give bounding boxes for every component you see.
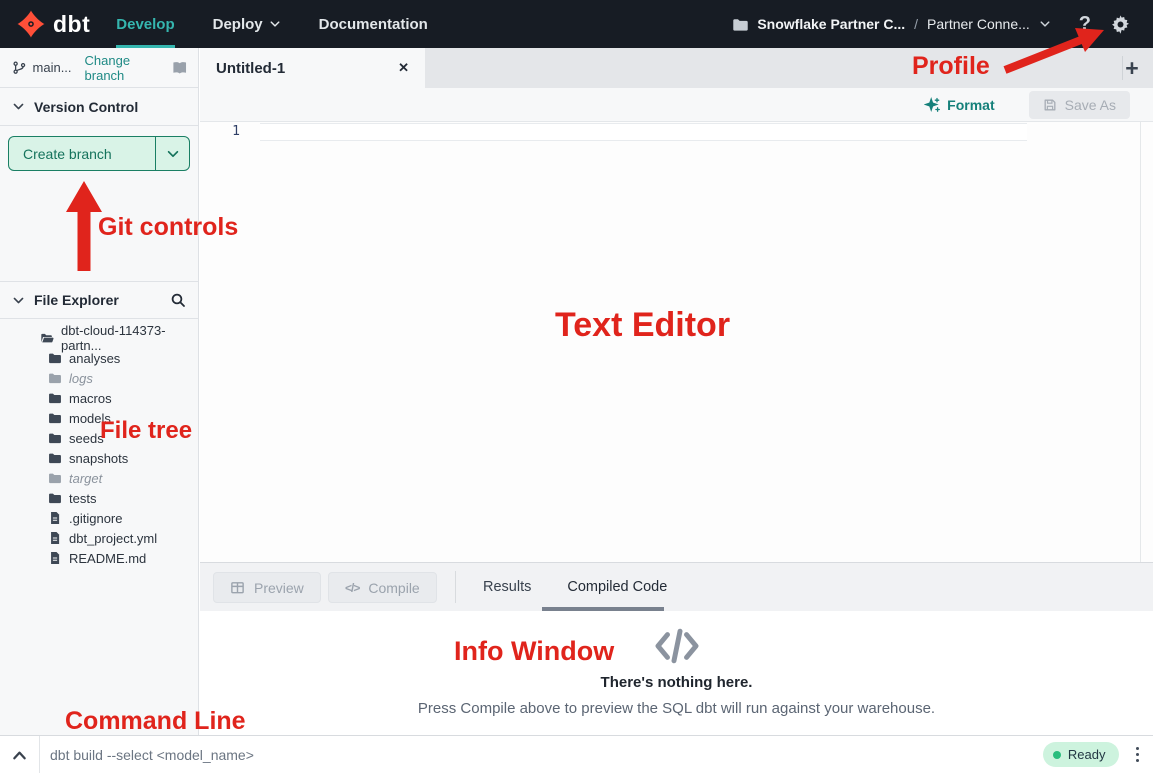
folder-icon: [48, 431, 62, 445]
tree-item[interactable]: logs: [0, 368, 198, 388]
compile-button[interactable]: </> Compile: [328, 572, 437, 603]
editor-toolbar: Format Save As: [200, 88, 1153, 122]
sparkle-icon: [924, 97, 940, 113]
folder-icon: [732, 16, 749, 33]
tab-compiled-code[interactable]: Compiled Code: [567, 579, 667, 595]
code-icon: </>: [345, 581, 359, 595]
empty-state-subtitle: Press Compile above to preview the SQL d…: [200, 700, 1153, 717]
nav-documentation[interactable]: Documentation: [319, 0, 428, 48]
dbt-logo[interactable]: dbt: [16, 9, 90, 39]
empty-state: There's nothing here. Press Compile abov…: [200, 611, 1153, 717]
editor-active-line[interactable]: [260, 123, 1027, 141]
change-branch-link[interactable]: Change branch: [85, 53, 171, 83]
file-icon: [48, 511, 62, 525]
close-icon[interactable]: ✕: [398, 60, 409, 76]
chevron-down-icon: [12, 100, 25, 113]
folder-icon: [48, 451, 62, 465]
line-number: 1: [226, 123, 240, 141]
tree-item[interactable]: dbt_project.yml: [0, 528, 198, 548]
tree-item[interactable]: snapshots: [0, 448, 198, 468]
new-tab-button[interactable]: +: [1119, 48, 1145, 88]
tree-item[interactable]: .gitignore: [0, 508, 198, 528]
info-panel: Preview </> Compile Results Compiled Cod…: [200, 562, 1153, 735]
file-explorer-header[interactable]: File Explorer: [0, 281, 198, 319]
tab-untitled-1[interactable]: Untitled-1 ✕: [200, 48, 425, 88]
gear-icon[interactable]: [1110, 14, 1131, 35]
dbt-logo-icon: [16, 9, 46, 39]
git-branch-bar: main... Change branch: [0, 48, 198, 88]
version-control-title: Version Control: [34, 99, 138, 115]
format-button[interactable]: Format: [924, 97, 994, 113]
chevron-up-icon: [12, 749, 27, 761]
folder-icon: [48, 411, 62, 425]
editor-tab-bar: Untitled-1 ✕ +: [200, 48, 1153, 88]
save-icon: [1043, 98, 1057, 112]
sidebar: main... Change branch Version Control Cr…: [0, 48, 199, 735]
create-branch-label[interactable]: Create branch: [9, 137, 155, 170]
annotation-text-editor: Text Editor: [555, 306, 730, 345]
save-as-button[interactable]: Save As: [1029, 91, 1130, 119]
file-explorer-title: File Explorer: [34, 292, 119, 308]
main-nav: Develop Deploy Documentation: [116, 0, 466, 48]
annotation-info-window: Info Window: [454, 636, 614, 667]
chevron-down-icon[interactable]: [1039, 18, 1051, 30]
status-badge: Ready: [1043, 742, 1119, 767]
expand-command-bar-button[interactable]: [0, 736, 40, 773]
navbar-right: Snowflake Partner C... / Partner Conne..…: [732, 13, 1131, 36]
folder-icon: [48, 491, 62, 505]
panel-tabs: Results Compiled Code: [483, 563, 667, 611]
git-branch-icon: [12, 60, 27, 75]
tab-results[interactable]: Results: [483, 579, 531, 595]
toolbar-divider: [455, 571, 456, 603]
dbt-cloud-ide: dbt Develop Deploy Documentation Snowfla…: [0, 0, 1153, 773]
preview-button[interactable]: Preview: [213, 572, 321, 603]
create-branch-dropdown[interactable]: [155, 137, 189, 170]
help-icon[interactable]: ?: [1079, 13, 1091, 36]
file-icon: [48, 551, 62, 565]
command-input[interactable]: [40, 736, 1043, 773]
folder-open-icon: [40, 331, 54, 345]
file-icon: [48, 531, 62, 545]
nav-deploy[interactable]: Deploy: [213, 0, 281, 48]
folder-icon: [48, 351, 62, 365]
chevron-down-icon: [166, 147, 180, 161]
breadcrumb-connection[interactable]: Partner Conne...: [927, 16, 1030, 32]
create-branch-button[interactable]: Create branch: [8, 136, 190, 171]
current-branch-name: main...: [33, 60, 72, 75]
tree-item[interactable]: README.md: [0, 548, 198, 568]
docs-book-icon[interactable]: [171, 59, 188, 77]
tree-item[interactable]: target: [0, 468, 198, 488]
folder-icon: [48, 371, 62, 385]
top-navbar: dbt Develop Deploy Documentation Snowfla…: [0, 0, 1153, 48]
status-dot-icon: [1053, 751, 1061, 759]
code-icon: [654, 627, 700, 665]
kebab-menu-icon[interactable]: [1136, 747, 1140, 763]
info-panel-toolbar: Preview </> Compile Results Compiled Cod…: [200, 563, 1153, 611]
chevron-down-icon: [269, 18, 281, 30]
search-icon[interactable]: [170, 292, 186, 308]
tree-item[interactable]: macros: [0, 388, 198, 408]
folder-icon: [48, 471, 62, 485]
version-control-header[interactable]: Version Control: [0, 88, 198, 126]
annotation-file-tree: File tree: [100, 417, 192, 445]
annotation-git-controls: Git controls: [98, 213, 238, 242]
status-label: Ready: [1068, 747, 1106, 762]
tree-item-root[interactable]: dbt-cloud-114373-partn...: [0, 328, 198, 348]
empty-state-title: There's nothing here.: [200, 674, 1153, 691]
tree-item[interactable]: tests: [0, 488, 198, 508]
breadcrumb-separator: /: [914, 16, 918, 32]
chevron-down-icon: [12, 294, 25, 307]
annotation-command-line: Command Line: [65, 707, 246, 736]
nav-develop[interactable]: Develop: [116, 0, 174, 48]
dbt-logo-text: dbt: [53, 11, 90, 38]
command-bar: Ready: [0, 735, 1153, 773]
file-tree: dbt-cloud-114373-partn... analyses logs …: [0, 328, 198, 568]
breadcrumb-project[interactable]: Snowflake Partner C...: [757, 16, 905, 32]
folder-icon: [48, 391, 62, 405]
editor-scrollbar[interactable]: [1140, 122, 1141, 562]
tab-title: Untitled-1: [216, 60, 285, 77]
annotation-profile: Profile: [912, 52, 990, 81]
table-icon: [230, 580, 245, 595]
